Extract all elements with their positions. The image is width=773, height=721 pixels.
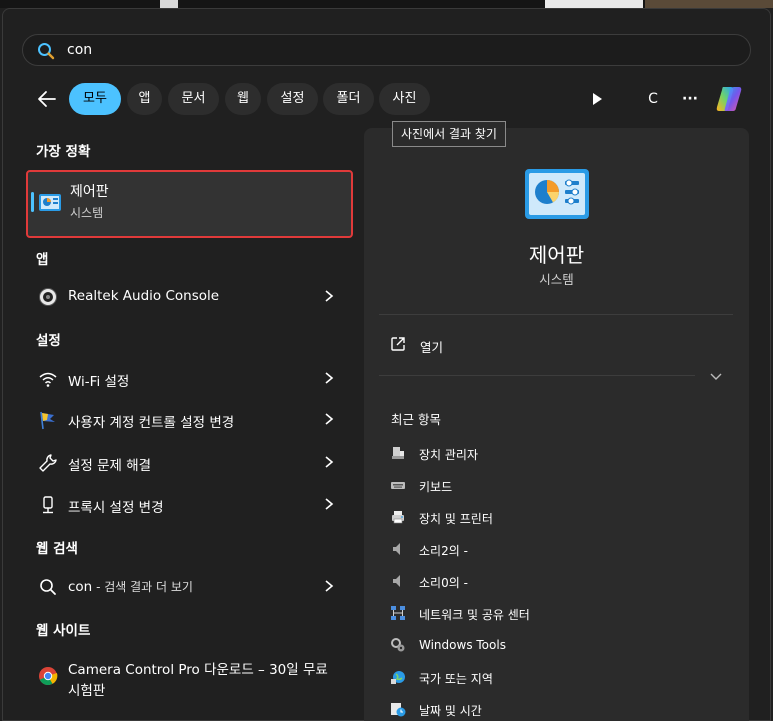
settings-item-uac[interactable]: 사용자 계정 컨트롤 설정 변경 <box>36 402 342 436</box>
recent-item-network-sharing[interactable]: 네트워크 및 공유 센터 <box>390 602 720 626</box>
sound-icon <box>393 575 400 587</box>
background-strip <box>0 0 773 8</box>
web-search-suffix: - 검색 결과 더 보기 <box>92 580 193 594</box>
section-best-match: 가장 정확 <box>36 144 91 160</box>
recent-item-label: Windows Tools <box>419 638 506 652</box>
recent-item-label: 장치 관리자 <box>419 448 479 462</box>
globe-icon <box>391 671 405 684</box>
details-pane: 제어판 시스템 열기 최근 항목 장치 관리자 키보드 장치 및 프린터 소리2… <box>364 128 749 721</box>
settings-item-label: Wi-Fi 설정 <box>68 374 130 390</box>
more-options-icon[interactable]: ··· <box>677 86 703 112</box>
recent-item-sound-2[interactable]: 소리2의 - <box>390 538 720 562</box>
wifi-icon <box>39 372 57 387</box>
device-manager-icon <box>392 447 404 459</box>
settings-item-label: 설정 문제 해결 <box>68 458 152 474</box>
recent-item-label: 키보드 <box>419 480 453 494</box>
best-match-title: 제어판 <box>70 184 109 200</box>
keyboard-icon <box>391 482 405 489</box>
best-match-subtitle: 시스템 <box>70 206 104 220</box>
settings-item-label: 사용자 계정 컨트롤 설정 변경 <box>68 415 235 431</box>
copilot-icon[interactable] <box>714 84 744 114</box>
details-subtitle: 시스템 <box>539 272 574 287</box>
settings-item-proxy[interactable]: 프록시 설정 변경 <box>36 487 342 521</box>
section-websites: 웹 사이트 <box>36 623 91 639</box>
website-title-line2: 시험판 <box>68 683 106 699</box>
chevron-right-icon[interactable] <box>322 370 336 386</box>
recent-item-label: 소리2의 - <box>419 544 468 558</box>
back-arrow-icon[interactable] <box>36 88 58 110</box>
recent-item-label: 날짜 및 시간 <box>419 704 482 718</box>
web-search-item[interactable]: con - 검색 결과 더 보기 <box>36 569 342 603</box>
open-label: 열기 <box>420 340 444 355</box>
app-item-realtek[interactable]: Realtek Audio Console <box>36 279 342 313</box>
network-icon <box>391 606 405 620</box>
filter-documents[interactable]: 문서 <box>168 83 219 115</box>
section-settings: 설정 <box>36 333 61 349</box>
settings-item-label: 프록시 설정 변경 <box>68 500 164 516</box>
recent-item-devices-printers[interactable]: 장치 및 프린터 <box>390 506 720 530</box>
section-web-search: 웹 검색 <box>36 541 78 557</box>
settings-item-wifi[interactable]: Wi-Fi 설정 <box>36 361 342 395</box>
search-icon <box>40 579 56 595</box>
play-icon[interactable] <box>584 86 610 112</box>
recent-item-label: 장치 및 프린터 <box>419 512 493 526</box>
recent-item-label: 네트워크 및 공유 센터 <box>419 608 530 622</box>
selection-indicator <box>31 192 34 212</box>
filter-all[interactable]: 모두 <box>69 83 121 115</box>
website-item-camera-control[interactable]: Camera Control Pro 다운로드 – 30일 무료 시험판 <box>36 652 342 702</box>
best-match-control-panel[interactable]: 제어판 시스템 <box>26 170 353 238</box>
chevron-right-icon[interactable] <box>322 288 336 304</box>
web-search-label: con - 검색 결과 더 보기 <box>68 578 193 595</box>
chevron-right-icon[interactable] <box>322 578 336 594</box>
web-search-query: con <box>68 579 93 595</box>
search-icon <box>38 43 55 60</box>
control-panel-icon <box>39 194 61 211</box>
filter-web[interactable]: 웹 <box>225 83 261 115</box>
open-external-icon <box>391 337 405 351</box>
filter-folders[interactable]: 폴더 <box>323 83 374 115</box>
recent-header: 최근 항목 <box>391 412 441 427</box>
filter-apps[interactable]: 앱 <box>127 83 162 115</box>
proxy-icon <box>43 496 53 514</box>
open-action[interactable]: 열기 <box>390 333 730 357</box>
tools-icon <box>391 638 405 652</box>
recent-item-date-time[interactable]: 날짜 및 시간 <box>390 698 720 721</box>
recent-item-region[interactable]: 국가 또는 지역 <box>390 666 720 690</box>
recent-item-label: 소리0의 - <box>419 576 468 590</box>
recent-item-device-manager[interactable]: 장치 관리자 <box>390 442 720 466</box>
website-title-line1: Camera Control Pro 다운로드 – 30일 무료 <box>68 662 328 678</box>
app-item-label: Realtek Audio Console <box>68 288 220 304</box>
section-apps: 앱 <box>36 252 49 268</box>
user-initial: C <box>648 91 658 107</box>
flag-icon <box>40 411 55 430</box>
divider <box>379 314 733 315</box>
settings-item-troubleshoot[interactable]: 설정 문제 해결 <box>36 445 342 479</box>
printer-icon <box>392 511 404 524</box>
sound-icon <box>393 543 400 555</box>
clock-icon <box>391 703 406 717</box>
search-text[interactable]: con <box>67 42 92 58</box>
control-panel-icon <box>525 169 589 219</box>
photos-tooltip: 사진에서 결과 찾기 <box>392 121 506 147</box>
recent-item-label: 국가 또는 지역 <box>419 672 493 686</box>
recent-item-windows-tools[interactable]: Windows Tools <box>390 634 720 658</box>
filter-photos[interactable]: 사진 <box>379 83 430 115</box>
recent-item-keyboard[interactable]: 키보드 <box>390 474 720 498</box>
wrench-icon <box>39 454 57 472</box>
chevron-right-icon[interactable] <box>322 454 336 470</box>
chevron-right-icon[interactable] <box>322 496 336 512</box>
speaker-dial-icon <box>39 288 57 306</box>
user-avatar[interactable]: C <box>640 86 666 112</box>
divider <box>379 375 695 376</box>
recent-item-sound-0[interactable]: 소리0의 - <box>390 570 720 594</box>
filter-settings[interactable]: 설정 <box>267 83 318 115</box>
search-input[interactable]: con <box>22 34 751 66</box>
details-title: 제어판 <box>528 243 585 267</box>
chevron-down-icon[interactable] <box>708 368 724 384</box>
chrome-icon <box>39 667 58 686</box>
chevron-right-icon[interactable] <box>322 411 336 427</box>
